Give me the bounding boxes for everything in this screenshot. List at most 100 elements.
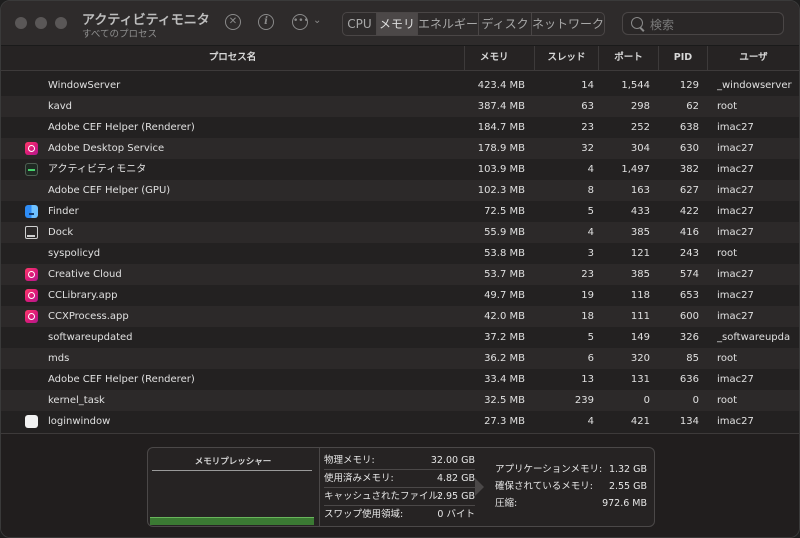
- table-row[interactable]: Creative Cloud 53.7 MB 23 385 574 imac27: [1, 264, 799, 285]
- process-user: imac27: [717, 206, 754, 217]
- process-pid: 574: [679, 269, 699, 280]
- close-window-button[interactable]: [15, 17, 27, 29]
- column-header-threads[interactable]: スレッド: [534, 46, 598, 70]
- process-user: root: [717, 101, 738, 112]
- process-name: WindowServer: [48, 80, 121, 91]
- stat-row-swap-used: スワップ使用領域: 0 バイト: [324, 506, 475, 523]
- process-pid: 243: [679, 248, 699, 259]
- process-threads: 13: [581, 374, 594, 385]
- table-row[interactable]: Adobe CEF Helper (Renderer) 184.7 MB 23 252…: [1, 117, 799, 138]
- table-row[interactable]: kernel_task 32.5 MB 239 0 0 root: [1, 390, 799, 411]
- process-memory: 33.4 MB: [484, 374, 525, 385]
- process-threads: 32: [581, 143, 594, 154]
- process-threads: 63: [581, 101, 594, 112]
- process-memory: 53.7 MB: [484, 269, 525, 280]
- search-field[interactable]: [622, 12, 784, 35]
- tab-cpu[interactable]: CPU: [343, 13, 377, 35]
- process-user: imac27: [717, 164, 754, 175]
- process-ports: 118: [630, 290, 650, 301]
- chevron-down-icon[interactable]: ⌄: [313, 15, 321, 26]
- process-threads: 4: [587, 416, 594, 427]
- stat-label: 物理メモリ:: [324, 455, 375, 466]
- breakdown-value: 972.6 MB: [602, 498, 647, 509]
- column-header-process-name[interactable]: プロセス名: [1, 46, 464, 70]
- minimize-window-button[interactable]: [35, 17, 47, 29]
- process-user: imac27: [717, 269, 754, 280]
- process-ports: 131: [630, 374, 650, 385]
- panel-divider: [319, 448, 320, 526]
- breakdown-row-compressed: 圧縮: 972.6 MB: [495, 495, 647, 512]
- info-icon[interactable]: i: [258, 14, 274, 30]
- process-pid: 653: [679, 290, 699, 301]
- process-name: アクティビティモニタ: [48, 164, 147, 175]
- view-tabs: CPU メモリ エネルギー ディスク ネットワーク: [342, 12, 605, 36]
- process-name: softwareupdated: [48, 332, 133, 343]
- table-row[interactable]: kavd 387.4 MB 63 298 62 root: [1, 96, 799, 117]
- window-subtitle[interactable]: すべてのプロセス: [82, 26, 157, 40]
- process-pid: 382: [679, 164, 699, 175]
- process-threads: 4: [587, 227, 594, 238]
- stop-icon[interactable]: ✕: [225, 14, 241, 30]
- table-row[interactable]: Adobe Desktop Service 178.9 MB 32 304 630 ima…: [1, 138, 799, 159]
- process-ports: 385: [630, 227, 650, 238]
- stat-label: 使用済みメモリ:: [324, 473, 394, 484]
- process-pid: 600: [679, 311, 699, 322]
- table-row[interactable]: Adobe CEF Helper (GPU) 102.3 MB 8 163 627 ima…: [1, 180, 799, 201]
- breakdown-value: 1.32 GB: [608, 464, 647, 475]
- table-row[interactable]: Dock 55.9 MB 4 385 416 imac27: [1, 222, 799, 243]
- process-table: WindowServer 423.4 MB 14 1,544 129 _windowser…: [1, 75, 799, 432]
- table-row[interactable]: アクティビティモニタ 103.9 MB 4 1,497 382 imac27: [1, 159, 799, 180]
- creative-cloud-icon: [25, 289, 38, 302]
- process-ports: 1,544: [621, 80, 650, 91]
- process-memory: 178.9 MB: [477, 143, 525, 154]
- tab-memory[interactable]: メモリ: [377, 13, 418, 35]
- process-name: Adobe CEF Helper (Renderer): [48, 374, 195, 385]
- process-memory: 27.3 MB: [484, 416, 525, 427]
- process-memory: 102.3 MB: [477, 185, 525, 196]
- process-ports: 149: [630, 332, 650, 343]
- process-name: mds: [48, 353, 70, 364]
- process-name: Adobe CEF Helper (GPU): [48, 185, 171, 196]
- tab-network[interactable]: ネットワーク: [532, 13, 604, 35]
- process-name: Adobe Desktop Service: [48, 143, 165, 154]
- table-row[interactable]: mds 36.2 MB 6 320 85 root: [1, 348, 799, 369]
- table-row[interactable]: Adobe CEF Helper (Renderer) 33.4 MB 13 131 6…: [1, 369, 799, 390]
- zoom-window-button[interactable]: [55, 17, 67, 29]
- breakdown-value: 2.55 GB: [608, 481, 647, 492]
- stat-label: キャッシュされたファイル:: [324, 491, 442, 502]
- process-user: _windowserver: [717, 80, 792, 91]
- process-ports: 163: [630, 185, 650, 196]
- table-row[interactable]: Finder 72.5 MB 5 433 422 imac27: [1, 201, 799, 222]
- process-user: imac27: [717, 416, 754, 427]
- creative-cloud-icon: [25, 310, 38, 323]
- process-ports: 111: [630, 311, 650, 322]
- table-row[interactable]: CCLibrary.app 49.7 MB 19 118 653 imac27: [1, 285, 799, 306]
- breakdown-row-app-memory: アプリケーションメモリ: 1.32 GB: [495, 461, 647, 478]
- process-ports: 121: [630, 248, 650, 259]
- table-row[interactable]: CCXProcess.app 42.0 MB 18 111 600 imac27: [1, 306, 799, 327]
- column-header-memory[interactable]: メモリ: [464, 46, 534, 70]
- table-row[interactable]: softwareupdated 37.2 MB 5 149 326 _softwareup…: [1, 327, 799, 348]
- process-threads: 3: [587, 248, 594, 259]
- breakdown-label: 確保されているメモリ:: [495, 481, 593, 492]
- process-pid: 422: [679, 206, 699, 217]
- memory-pressure-divider: [152, 470, 312, 471]
- tab-energy[interactable]: エネルギー: [418, 13, 479, 35]
- process-memory: 387.4 MB: [477, 101, 525, 112]
- process-name: CCXProcess.app: [48, 311, 129, 322]
- process-threads: 5: [587, 332, 594, 343]
- table-row[interactable]: loginwindow 27.3 MB 4 421 134 imac27: [1, 411, 799, 432]
- ellipsis-icon[interactable]: •••: [292, 14, 309, 30]
- column-header-pid[interactable]: PID: [658, 46, 707, 70]
- column-header-user[interactable]: ユーザ: [707, 46, 799, 70]
- search-input[interactable]: [648, 15, 782, 34]
- tab-disk[interactable]: ディスク: [479, 13, 532, 35]
- table-row[interactable]: syspolicyd 53.8 MB 3 121 243 root: [1, 243, 799, 264]
- process-threads: 23: [581, 122, 594, 133]
- column-header-ports[interactable]: ポート: [598, 46, 658, 70]
- process-memory: 49.7 MB: [484, 290, 525, 301]
- table-row[interactable]: WindowServer 423.4 MB 14 1,544 129 _windowser…: [1, 75, 799, 96]
- process-ports: 1,497: [621, 164, 650, 175]
- memory-summary-panel: メモリプレッシャー 物理メモリ: 32.00 GB 使用済みメモリ: 4.82 …: [147, 447, 655, 527]
- search-icon: [631, 17, 643, 29]
